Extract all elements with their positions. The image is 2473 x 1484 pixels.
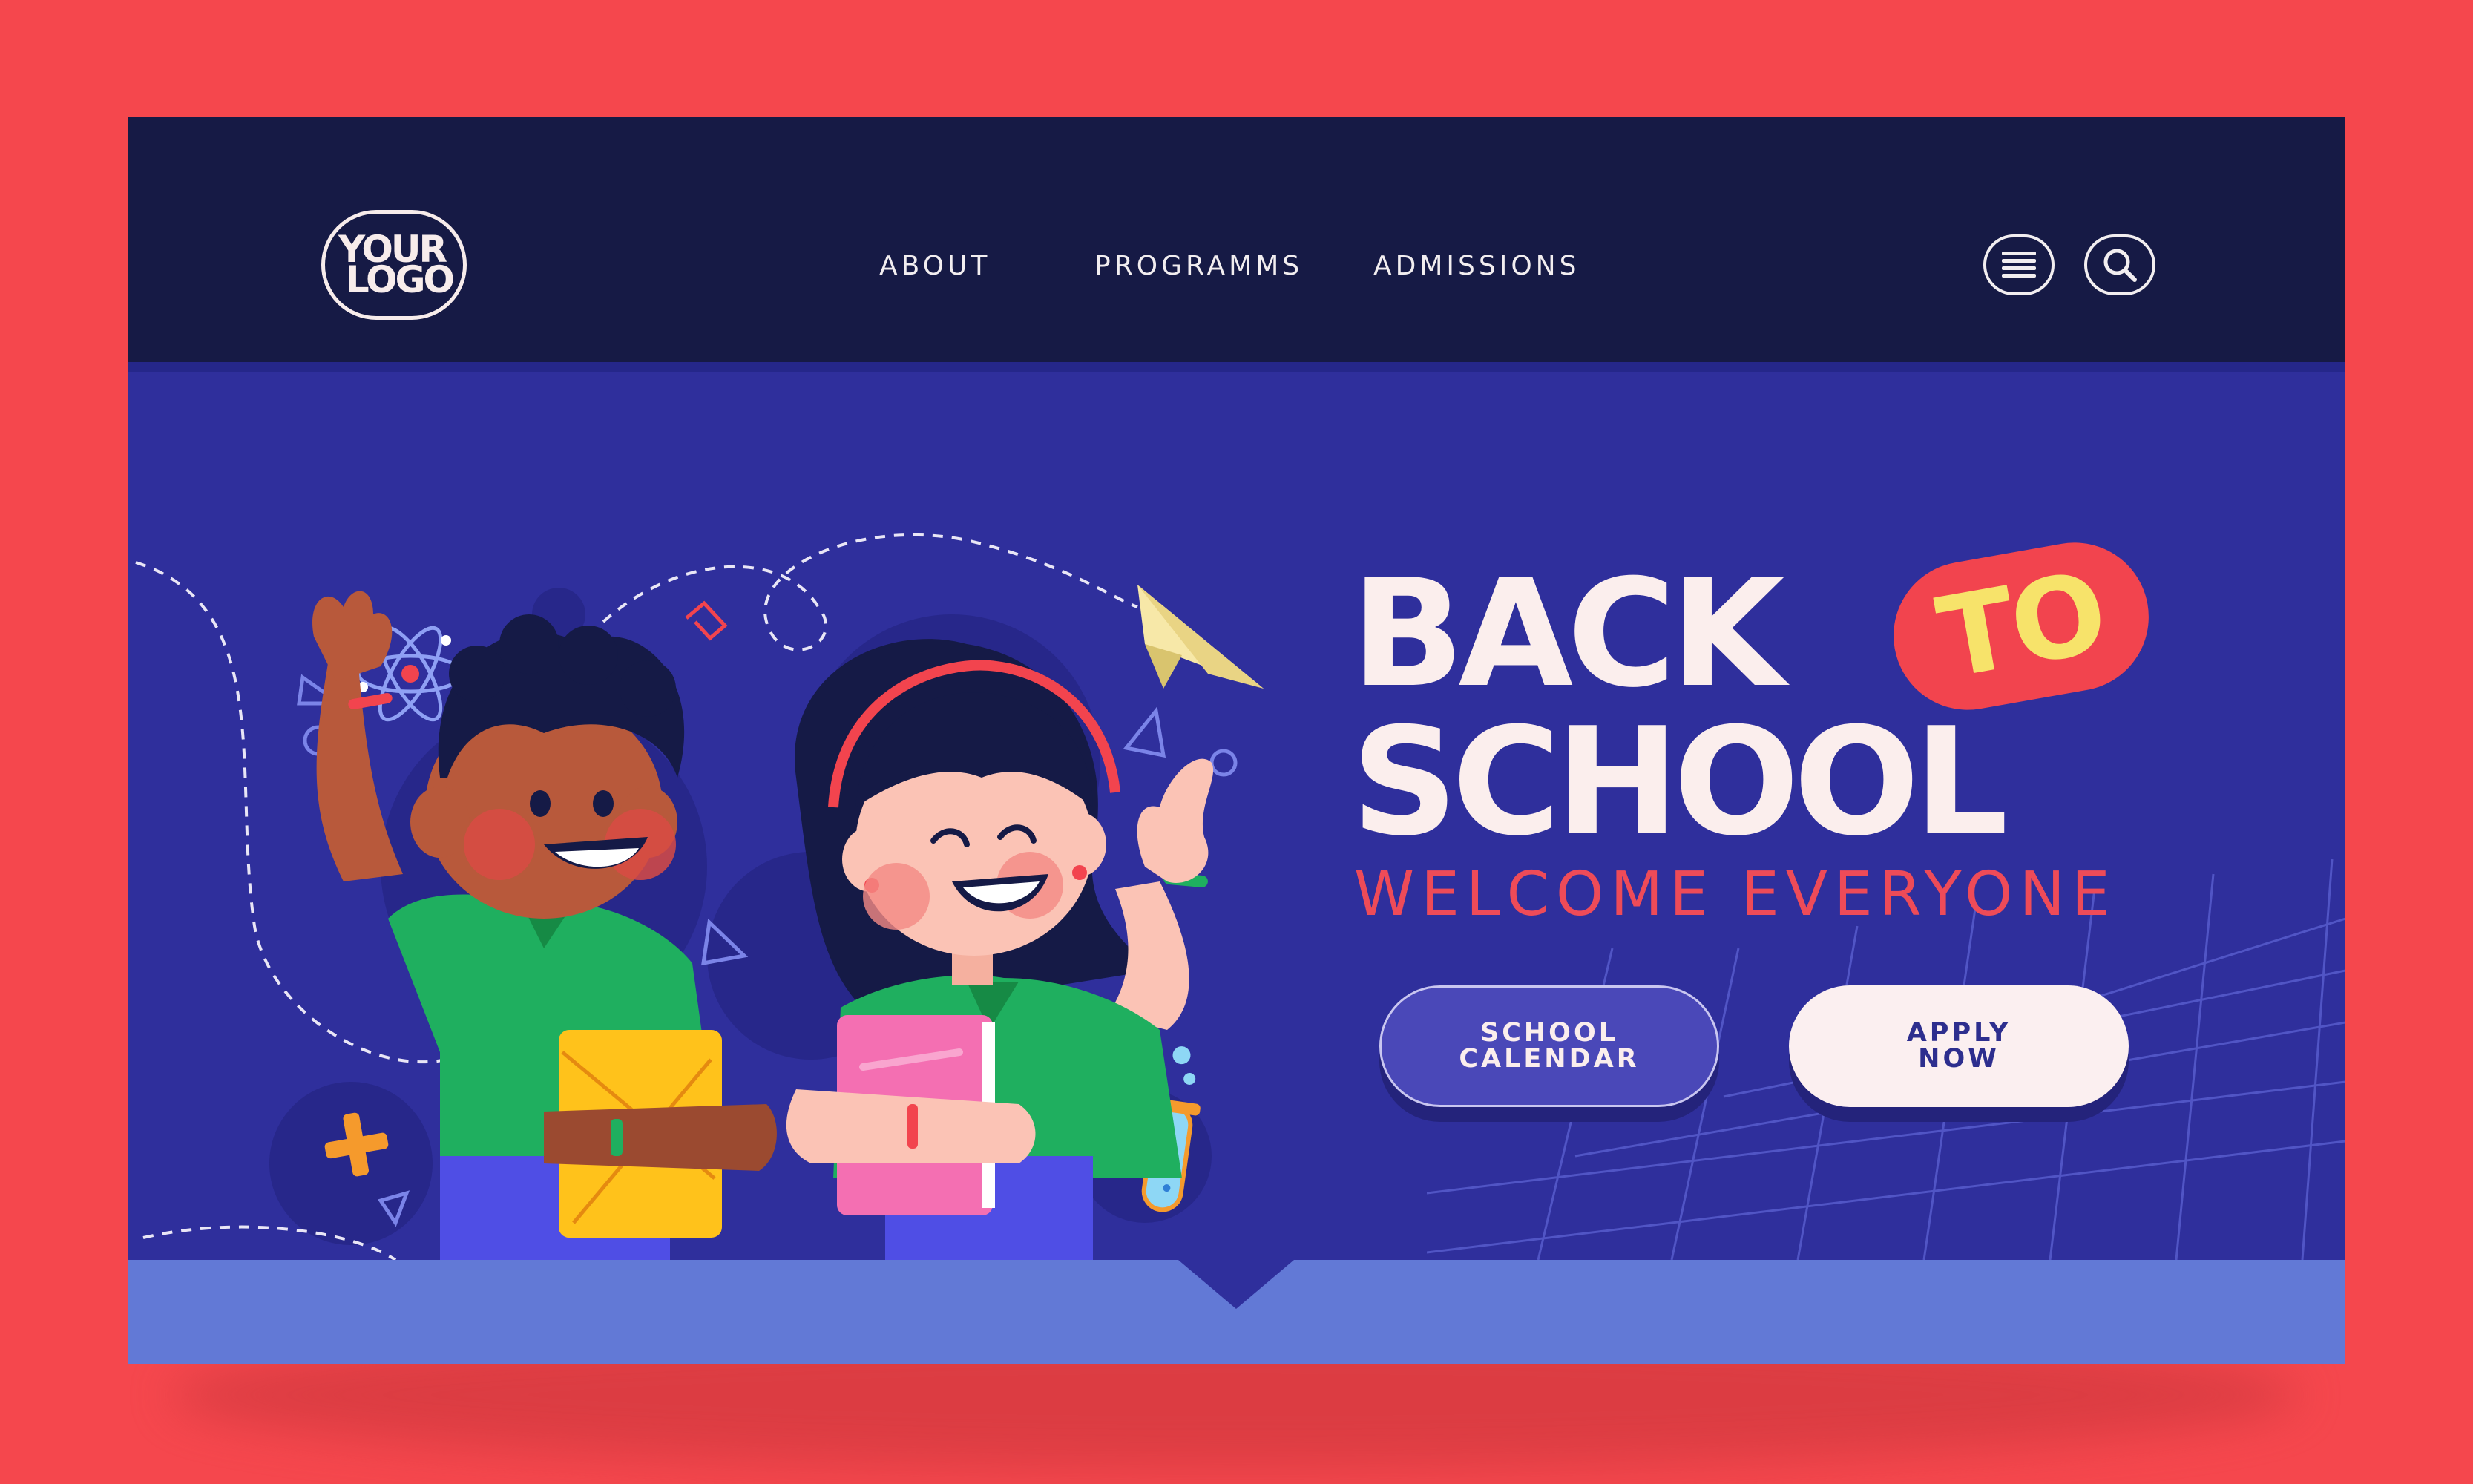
search-icon [2103,249,2137,282]
apply-now-button[interactable]: APPLY NOW [1789,985,2129,1107]
apply-label-line-2: NOW [1918,1044,2000,1074]
scroll-down-notch[interactable] [1178,1260,1294,1309]
logo-line-2: LOGO [345,258,455,301]
calendar-label-line-2: CALENDAR [1459,1044,1640,1074]
site-logo[interactable]: YOUR LOGO [321,210,467,320]
calendar-label-line-1: SCHOOL [1480,1018,1618,1048]
school-calendar-button[interactable]: SCHOOL CALENDAR [1379,985,1719,1107]
landing-page: YOUR LOGO ABOUT PROGRAMMS ADMISSIONS BAC… [128,117,2345,1364]
apply-label-line-1: APPLY [1906,1018,2011,1048]
nav-programms[interactable]: PROGRAMMS [1094,251,1303,281]
hero-subtitle: WELCOME EVERYONE [1354,859,2117,930]
girl-figure [786,639,1214,1260]
hero-title-school: SCHOOL [1351,696,2009,869]
students-illustration [135,533,1264,1260]
nav-admissions[interactable]: ADMISSIONS [1373,251,1580,281]
hamburger-menu-icon [2002,252,2036,278]
site-header: YOUR LOGO ABOUT PROGRAMMS ADMISSIONS [128,117,2345,362]
menu-button[interactable] [1983,234,2055,295]
hero-title-back: BACK [1351,548,1785,720]
nav-about[interactable]: ABOUT [879,251,991,281]
search-button[interactable] [2084,234,2155,295]
hero-title-badge: TO [1882,531,2161,722]
